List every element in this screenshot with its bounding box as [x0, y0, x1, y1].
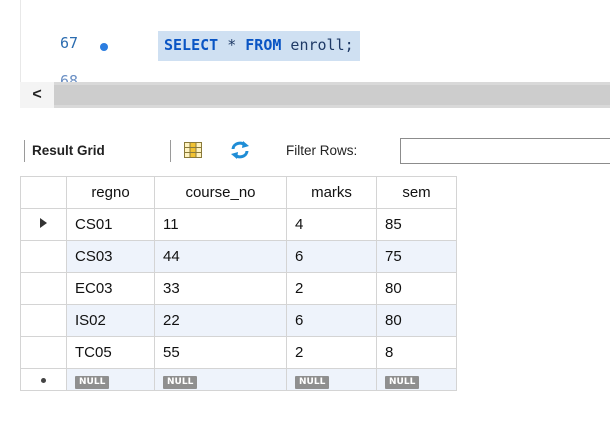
cell-course-no[interactable]: 55 — [154, 336, 287, 369]
cell-sem[interactable]: 80 — [376, 272, 457, 305]
cell-sem[interactable]: 80 — [376, 304, 457, 337]
sql-table-name: enroll; — [281, 36, 354, 54]
editor-line-67[interactable]: 67 SELECT * FROM enroll; — [0, 31, 610, 61]
cell-regno[interactable]: CS01 — [66, 208, 155, 241]
cell-sem[interactable]: 75 — [376, 240, 457, 273]
cell-course-no[interactable]: 11 — [154, 208, 287, 241]
row-header — [20, 240, 67, 273]
row-header — [20, 272, 67, 305]
null-badge: NULL — [385, 376, 420, 389]
cell-sem[interactable]: 85 — [376, 208, 457, 241]
cell-marks[interactable]: 2 — [286, 336, 377, 369]
null-badge: NULL — [295, 376, 330, 389]
cell-sem[interactable]: 8 — [376, 336, 457, 369]
cell-marks-null[interactable]: NULL — [286, 368, 377, 391]
editor-horizontal-scrollbar[interactable]: < — [20, 82, 610, 108]
result-grid[interactable]: regno course_no marks sem CS01 11 4 85 C… — [20, 176, 610, 391]
sql-keyword-from: FROM — [245, 36, 282, 54]
line-number: 67 — [60, 34, 79, 52]
scrollbar-thumb[interactable] — [54, 85, 610, 105]
table-row[interactable]: CS03 44 6 75 — [20, 240, 457, 273]
table-row[interactable]: TC05 55 2 8 — [20, 336, 457, 369]
table-row[interactable]: IS02 22 6 80 — [20, 304, 457, 337]
cell-sem-null[interactable]: NULL — [376, 368, 457, 391]
cell-course-no-null[interactable]: NULL — [154, 368, 287, 391]
refresh-icon[interactable] — [230, 141, 250, 159]
result-toolbar: Result Grid Filter Rows: — [20, 128, 610, 172]
toolbar-separator — [170, 140, 171, 162]
column-header-regno[interactable]: regno — [66, 176, 155, 209]
cell-regno-null[interactable]: NULL — [66, 368, 155, 391]
table-row[interactable]: CS01 11 4 85 — [20, 208, 457, 241]
sql-keyword-select: SELECT — [164, 36, 219, 54]
cell-regno[interactable]: TC05 — [66, 336, 155, 369]
new-row[interactable]: NULL NULL NULL NULL — [20, 368, 457, 391]
grid-view-icon[interactable] — [184, 142, 202, 158]
statement-marker-icon — [100, 43, 108, 51]
cell-course-no[interactable]: 44 — [154, 240, 287, 273]
column-header-sem[interactable]: sem — [376, 176, 457, 209]
null-badge: NULL — [163, 376, 198, 389]
cell-course-no[interactable]: 33 — [154, 272, 287, 305]
row-header-corner — [20, 176, 67, 209]
current-row-arrow-icon — [20, 208, 67, 241]
row-header — [20, 304, 67, 337]
cell-regno[interactable]: CS03 — [66, 240, 155, 273]
sql-editor[interactable]: 67 SELECT * FROM enroll; 68 — [0, 0, 610, 82]
editor-line-next-partial: 68 — [0, 72, 610, 82]
filter-rows-label: Filter Rows: — [286, 143, 358, 158]
column-header-marks[interactable]: marks — [286, 176, 377, 209]
sql-star: * — [218, 36, 246, 54]
result-grid-tab[interactable]: Result Grid — [32, 143, 105, 158]
new-row-marker-icon — [20, 368, 67, 391]
grid-header-row: regno course_no marks sem — [20, 176, 457, 209]
filter-rows-input[interactable] — [400, 138, 610, 164]
toolbar-separator — [24, 140, 25, 162]
cell-marks[interactable]: 6 — [286, 240, 377, 273]
sql-statement-selected[interactable]: SELECT * FROM enroll; — [158, 31, 360, 61]
column-header-course-no[interactable]: course_no — [154, 176, 287, 209]
scroll-left-arrow-icon[interactable]: < — [20, 82, 54, 108]
cell-regno[interactable]: IS02 — [66, 304, 155, 337]
cell-marks[interactable]: 2 — [286, 272, 377, 305]
table-row[interactable]: EC03 33 2 80 — [20, 272, 457, 305]
line-number-partial: 68 — [60, 72, 79, 82]
cell-marks[interactable]: 6 — [286, 304, 377, 337]
row-header — [20, 336, 67, 369]
cell-regno[interactable]: EC03 — [66, 272, 155, 305]
null-badge: NULL — [75, 376, 110, 389]
cell-course-no[interactable]: 22 — [154, 304, 287, 337]
cell-marks[interactable]: 4 — [286, 208, 377, 241]
